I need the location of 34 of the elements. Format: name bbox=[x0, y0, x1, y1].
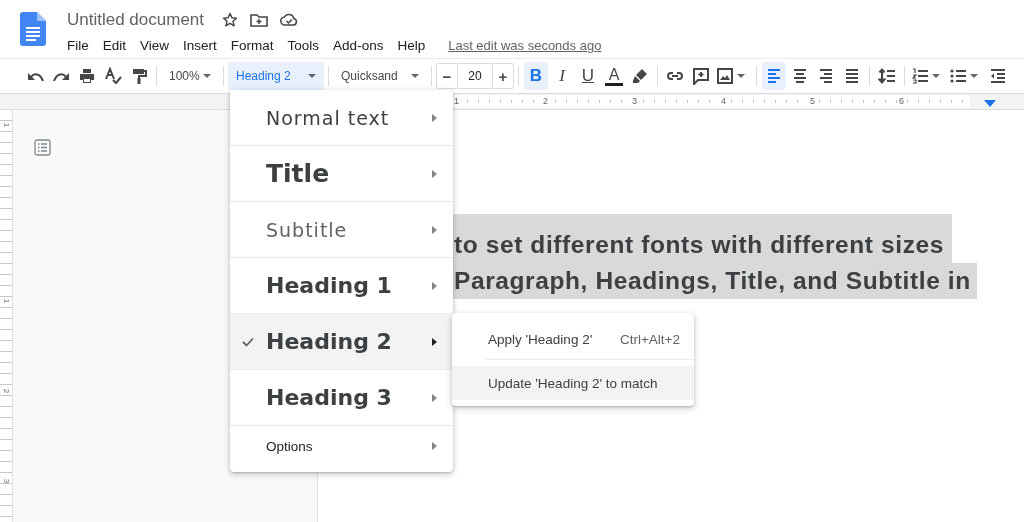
italic-button[interactable]: I bbox=[550, 62, 574, 90]
last-edit-link[interactable]: Last edit was seconds ago bbox=[440, 38, 602, 53]
style-menu-item[interactable]: Options bbox=[230, 426, 453, 466]
font-dropdown[interactable]: Quicksand bbox=[333, 62, 427, 90]
decrease-size-button[interactable]: − bbox=[436, 63, 458, 89]
style-menu-item[interactable]: Normal text bbox=[230, 90, 453, 146]
menu-item[interactable]: Help bbox=[390, 36, 433, 55]
shortcut-text: Ctrl+Alt+2 bbox=[619, 331, 680, 347]
document-text: to set different fonts with different sizes bbox=[452, 214, 952, 263]
menu-item[interactable]: Add-ons bbox=[326, 36, 391, 55]
ruler-number: 1 bbox=[1, 122, 11, 128]
underline-button[interactable]: U bbox=[576, 62, 600, 90]
text-color-button[interactable]: A bbox=[602, 62, 626, 90]
menu-item[interactable]: Tools bbox=[280, 36, 327, 55]
document-text: Paragraph, Headings, Title, and Subtitle in bbox=[452, 263, 977, 299]
ruler-number: 3 bbox=[1, 478, 11, 484]
ruler-number: 1 bbox=[1, 298, 11, 304]
font-size-field[interactable]: 20 bbox=[458, 63, 492, 89]
ruler-number: 2 bbox=[1, 388, 11, 394]
bold-button[interactable]: B bbox=[524, 62, 548, 90]
zoom-dropdown[interactable]: 100% bbox=[161, 62, 219, 90]
style-dropdown[interactable]: Heading 2 bbox=[228, 62, 324, 90]
submenu-item[interactable]: Apply 'Heading 2' Ctrl+Alt+2 bbox=[486, 319, 694, 360]
menu-item[interactable]: Format bbox=[223, 36, 281, 55]
menu-item[interactable]: File bbox=[60, 36, 96, 55]
style-menu-item[interactable]: Heading 2 bbox=[230, 314, 453, 370]
menu-item[interactable]: View bbox=[133, 36, 177, 55]
document-title[interactable]: Untitled document bbox=[67, 10, 205, 30]
increase-size-button[interactable]: + bbox=[492, 63, 514, 89]
style-menu-item[interactable]: Title bbox=[230, 146, 453, 202]
menu-item[interactable]: Edit bbox=[95, 36, 134, 55]
menu-item[interactable]: Insert bbox=[176, 36, 224, 55]
submenu-item[interactable]: Update 'Heading 2' to match bbox=[452, 366, 694, 400]
style-menu-item[interactable]: Subtitle bbox=[230, 202, 453, 258]
